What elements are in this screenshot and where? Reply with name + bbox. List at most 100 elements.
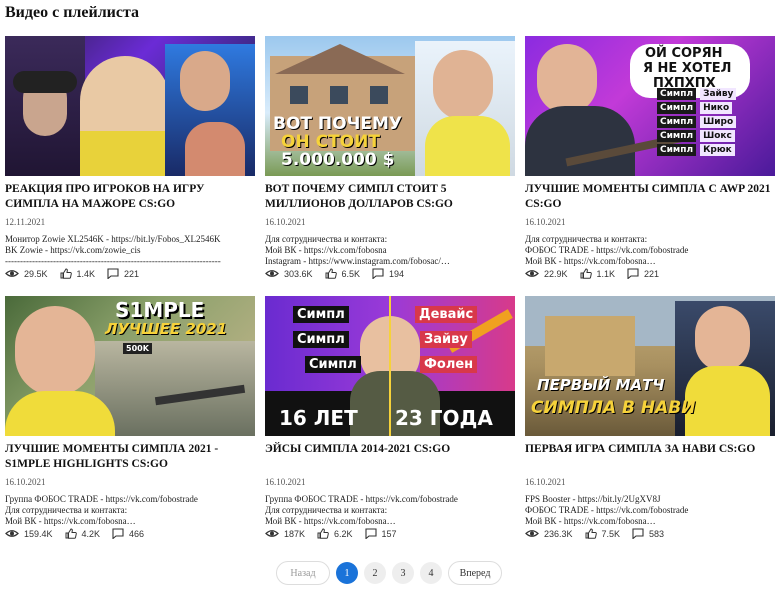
- likes-count: 1.1K: [596, 268, 616, 279]
- killfeed-name: Симпл: [657, 88, 697, 100]
- eye-icon: [5, 270, 19, 277]
- video-thumbnail[interactable]: ОЙ СОРЯН Я НЕ ХОТЕЛ ПХПХПХ Симпл Зайву Си…: [525, 36, 775, 176]
- comments-stat: 157: [364, 528, 397, 539]
- video-description: Группа ФОБОС TRADE - https://vk.com/fobo…: [265, 494, 458, 526]
- overlay-text: ВОТ ПОЧЕМУ: [273, 114, 402, 134]
- eye-icon: [5, 530, 19, 537]
- page-3-button[interactable]: 3: [392, 562, 414, 584]
- overlay-text: Девайс: [415, 306, 478, 323]
- comment-icon: [112, 528, 124, 539]
- comments-count: 583: [649, 528, 665, 539]
- killfeed-victim: Крюк: [700, 144, 735, 156]
- likes-count: 1.4K: [76, 268, 96, 279]
- likes-stat: 6.5K: [325, 268, 360, 279]
- views-count: 22.9K: [544, 268, 568, 279]
- likes-count: 7.5K: [601, 528, 621, 539]
- overlay-text: Симпл: [293, 331, 349, 348]
- overlay-text: Зайву: [420, 331, 472, 348]
- video-title[interactable]: ВОТ ПОЧЕМУ СИМПЛ СТОИТ 5 МИЛЛИОНОВ ДОЛЛА…: [265, 182, 515, 212]
- views-count: 159.4K: [24, 528, 53, 539]
- video-thumbnail[interactable]: ВОТ ПОЧЕМУ ОН СТОИТ 5.000.000 $: [265, 36, 515, 176]
- views-count: 236.3K: [544, 528, 573, 539]
- views-count: 187K: [284, 528, 306, 539]
- video-title[interactable]: ЭЙСЫ СИМПЛА 2014-2021 CS:GO: [265, 442, 515, 472]
- page-4-button[interactable]: 4: [420, 562, 442, 584]
- comments-count: 157: [381, 528, 397, 539]
- video-thumbnail[interactable]: [5, 36, 255, 176]
- views-count: 303.6K: [284, 268, 313, 279]
- next-page-button[interactable]: Вперед: [448, 561, 502, 585]
- video-card[interactable]: ПЕРВЫЙ МАТЧ СИМПЛА В НАВИ ПЕРВАЯ ИГРА СИ…: [525, 296, 775, 539]
- overlay-text: 5.000.000 $: [281, 150, 395, 170]
- video-stats: 22.9K 1.1K 221: [525, 268, 775, 279]
- killfeed-victim: Шокс: [700, 130, 735, 142]
- thumbs-up-icon: [580, 268, 592, 279]
- views-stat: 303.6K: [265, 269, 313, 279]
- thumbs-up-icon: [65, 528, 77, 539]
- killfeed-victim: Зайву: [700, 88, 737, 100]
- views-count: 29.5K: [24, 268, 48, 279]
- video-description: Для сотрудничества и контакта: Мой ВК - …: [265, 234, 450, 266]
- likes-stat: 7.5K: [585, 528, 621, 539]
- video-stats: 303.6K 6.5K 194: [265, 268, 515, 279]
- overlay-text: ЛУЧШЕЕ 2021: [105, 320, 228, 338]
- comments-count: 221: [124, 268, 140, 279]
- overlay-text: 23 ГОДА: [395, 406, 493, 430]
- page-2-button[interactable]: 2: [364, 562, 386, 584]
- comments-count: 466: [129, 528, 145, 539]
- video-thumbnail[interactable]: S1MPLE ЛУЧШЕЕ 2021 500K: [5, 296, 255, 436]
- killfeed-name: Симпл: [657, 116, 697, 128]
- video-date: 12.11.2021: [5, 217, 46, 227]
- comments-stat: 583: [632, 528, 664, 539]
- video-description: FPS Booster - https://bit.ly/2UgXV8J ФОБ…: [525, 494, 689, 526]
- comments-count: 194: [389, 268, 405, 279]
- video-thumbnail[interactable]: Симпл Симпл Симпл Девайс Зайву Фолен 16 …: [265, 296, 515, 436]
- video-title[interactable]: ПЕРВАЯ ИГРА СИМПЛА ЗА НАВИ CS:GO: [525, 442, 775, 472]
- video-stats: 29.5K 1.4K 221: [5, 268, 255, 279]
- video-date: 16.10.2021: [265, 477, 306, 487]
- views-stat: 236.3K: [525, 529, 573, 539]
- eye-icon: [265, 270, 279, 277]
- video-stats: 236.3K 7.5K 583: [525, 528, 775, 539]
- overlay-text: Фолен: [420, 356, 478, 373]
- comment-icon: [632, 528, 644, 539]
- comments-stat: 194: [372, 268, 404, 279]
- killfeed-name: Симпл: [657, 144, 697, 156]
- video-card[interactable]: Симпл Симпл Симпл Девайс Зайву Фолен 16 …: [265, 296, 515, 539]
- killfeed-name: Симпл: [657, 102, 697, 114]
- views-stat: 159.4K: [5, 529, 53, 539]
- video-card[interactable]: ВОТ ПОЧЕМУ ОН СТОИТ 5.000.000 $ ВОТ ПОЧЕ…: [265, 36, 515, 279]
- video-description: Группа ФОБОС TRADE - https://vk.com/fobo…: [5, 494, 198, 526]
- eye-icon: [525, 530, 539, 537]
- video-card[interactable]: S1MPLE ЛУЧШЕЕ 2021 500K ЛУЧШИЕ МОМЕНТЫ С…: [5, 296, 255, 539]
- killfeed-victim: Нико: [700, 102, 733, 114]
- overlay-text: Я НЕ ХОТЕЛ: [643, 61, 732, 76]
- comment-icon: [627, 268, 639, 279]
- video-description: Для сотрудничества и контакта: ФОБОС TRA…: [525, 234, 689, 266]
- video-title[interactable]: ЛУЧШИЕ МОМЕНТЫ СИМПЛА С AWP 2021 CS:GO: [525, 182, 775, 212]
- video-date: 16.10.2021: [525, 477, 566, 487]
- overlay-text: 16 ЛЕТ: [279, 406, 358, 430]
- comment-icon: [107, 268, 119, 279]
- prev-page-button[interactable]: Назад: [276, 561, 330, 585]
- video-title[interactable]: ЛУЧШИЕ МОМЕНТЫ СИМПЛА 2021 - S1MPLE HIGH…: [5, 442, 255, 472]
- thumbs-up-icon: [325, 268, 337, 279]
- overlay-text: 500K: [123, 343, 152, 354]
- video-card[interactable]: РЕАКЦИЯ ПРО ИГРОКОВ НА ИГРУ СИМПЛА НА МА…: [5, 36, 255, 279]
- video-title[interactable]: РЕАКЦИЯ ПРО ИГРОКОВ НА ИГРУ СИМПЛА НА МА…: [5, 182, 255, 212]
- video-description: Монитор Zowie XL2546K - https://bit.ly/F…: [5, 234, 221, 266]
- overlay-text: Симпл: [293, 306, 349, 323]
- comments-stat: 466: [112, 528, 144, 539]
- video-thumbnail[interactable]: ПЕРВЫЙ МАТЧ СИМПЛА В НАВИ: [525, 296, 775, 436]
- video-date: 16.10.2021: [525, 217, 566, 227]
- likes-count: 4.2K: [81, 528, 101, 539]
- page-1-button[interactable]: 1: [336, 562, 358, 584]
- overlay-text: СИМПЛА В НАВИ: [531, 398, 696, 418]
- comments-count: 221: [644, 268, 660, 279]
- overlay-text: ОЙ СОРЯН: [645, 46, 723, 61]
- likes-stat: 4.2K: [65, 528, 101, 539]
- comments-stat: 221: [627, 268, 659, 279]
- video-card[interactable]: ОЙ СОРЯН Я НЕ ХОТЕЛ ПХПХПХ Симпл Зайву Си…: [525, 36, 775, 279]
- thumbs-up-icon: [317, 528, 329, 539]
- comment-icon: [364, 528, 377, 539]
